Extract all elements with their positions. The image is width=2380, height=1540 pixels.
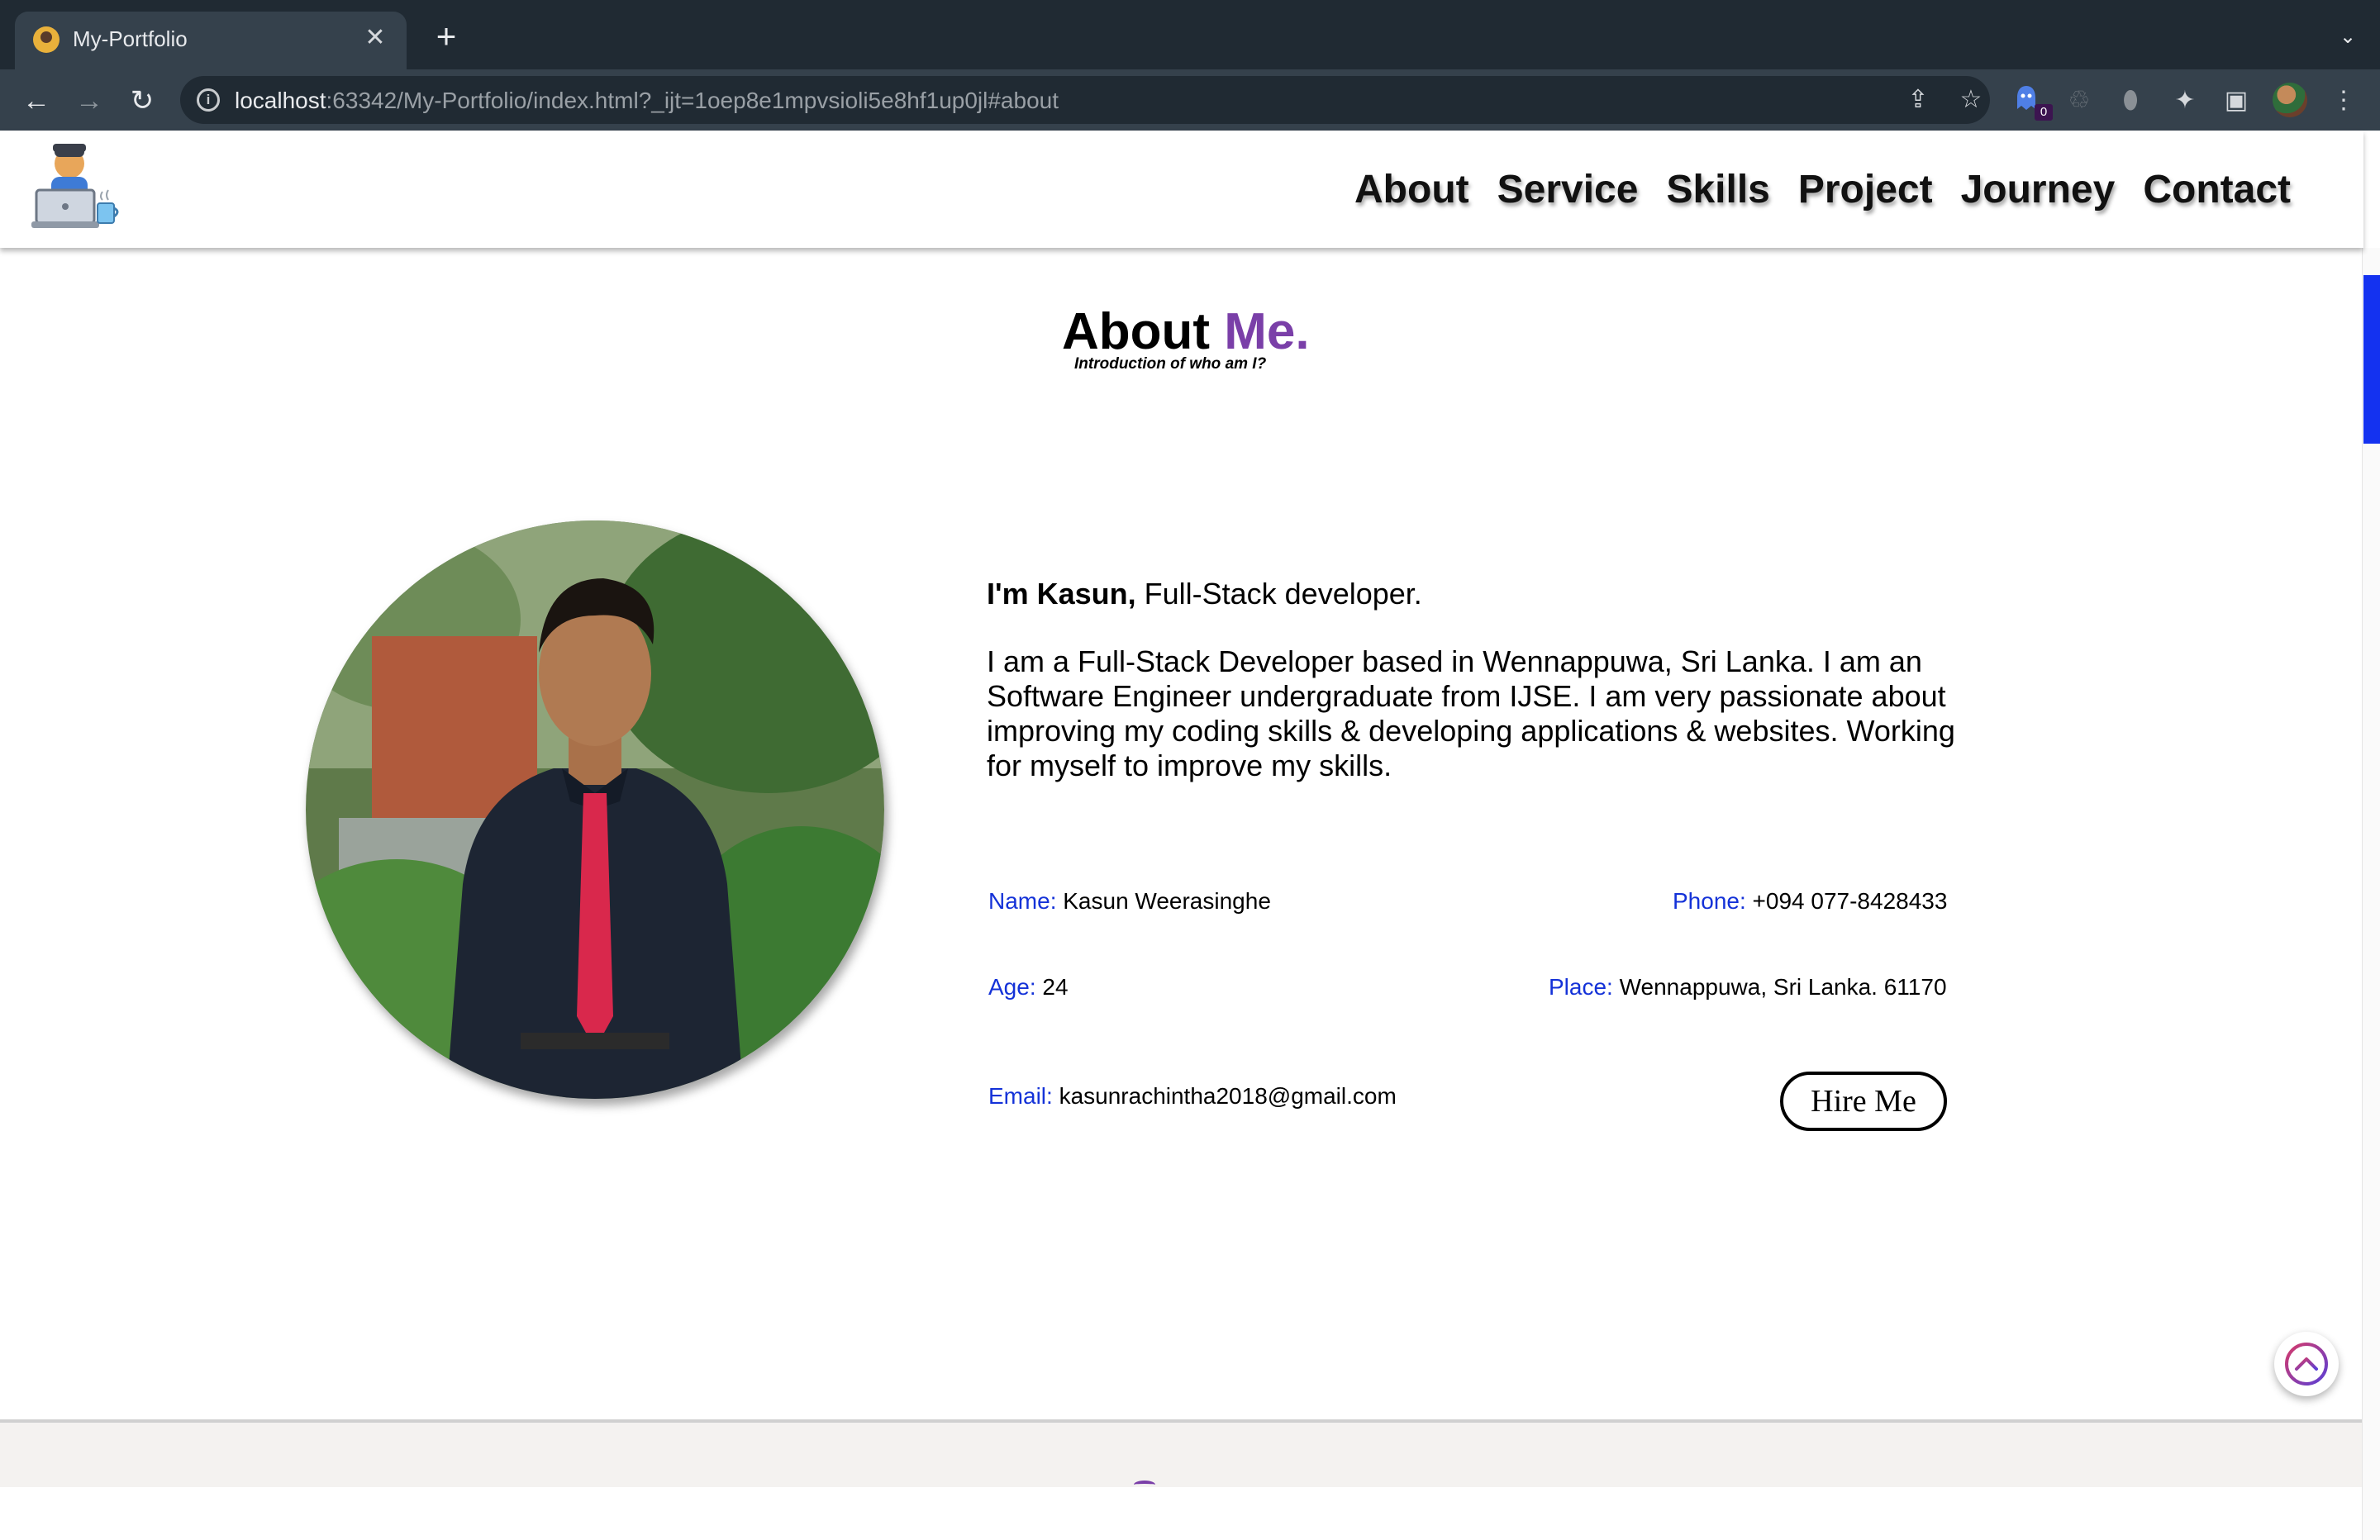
reload-button[interactable]: ↻ — [124, 83, 160, 119]
nav-contact[interactable]: Contact — [2143, 167, 2291, 212]
hire-me-button[interactable]: Hire Me — [1780, 1072, 1947, 1131]
field-place-label: Place: — [1549, 974, 1613, 1000]
section-title-accent: Me. — [1224, 303, 1310, 360]
field-name: Name: Kasun Weerasinghe — [988, 888, 1271, 915]
recycle-extension-icon[interactable]: ♲ — [2063, 84, 2096, 117]
share-icon[interactable]: ⇪ — [1904, 86, 1932, 114]
site-info-icon[interactable]: i — [197, 88, 220, 112]
favicon-icon — [33, 26, 60, 53]
site-header: About Service Skills Project Journey Con… — [0, 131, 2363, 248]
nav-service[interactable]: Service — [1497, 167, 1639, 212]
field-email: Email: kasunrachintha2018@gmail.com — [988, 1083, 1397, 1110]
main-nav: About Service Skills Project Journey Con… — [1354, 167, 2291, 212]
nav-journey[interactable]: Journey — [1961, 167, 2116, 212]
field-age-label: Age: — [988, 974, 1036, 1000]
field-phone-value: +094 077-8428433 — [1745, 888, 1948, 914]
browser-menu-icon[interactable]: ⋮ — [2327, 84, 2360, 117]
section-subtitle: Introduction of who am I? — [1074, 355, 1267, 373]
extension-badge: 0 — [2035, 104, 2053, 121]
forward-button[interactable]: → — [71, 83, 107, 119]
nav-project[interactable]: Project — [1798, 167, 1933, 212]
scroll-to-top-button[interactable] — [2274, 1332, 2339, 1396]
url-text: localhost:63342/My-Portfolio/index.html?… — [235, 88, 1059, 114]
extensions-puzzle-icon[interactable]: ✦ — [2168, 84, 2202, 117]
next-section-band — [0, 1419, 2362, 1487]
chevron-up-icon — [2285, 1343, 2328, 1386]
tab-close-icon[interactable]: ✕ — [360, 23, 390, 53]
scrollbar-thumb[interactable] — [2363, 275, 2380, 444]
nav-about[interactable]: About — [1354, 167, 1469, 212]
field-name-value: Kasun Weerasinghe — [1056, 888, 1271, 914]
field-age-value: 24 — [1035, 974, 1069, 1000]
section-title: About Me. — [1062, 302, 1310, 361]
field-place-value: Wennappuwa, Sri Lanka. 61170 — [1612, 974, 1947, 1000]
field-phone: Phone: +094 077-8428433 — [1673, 888, 1947, 915]
intro-line: I'm Kasun, Full-Stack developer. — [987, 577, 1422, 611]
address-bar[interactable]: i localhost:63342/My-Portfolio/index.htm… — [180, 76, 1990, 124]
field-phone-label: Phone: — [1673, 888, 1746, 914]
browser-toolbar: ← → ↻ i localhost:63342/My-Portfolio/ind… — [0, 69, 2380, 131]
url-path: :63342/My-Portfolio/index.html?_ijt=1oep… — [326, 88, 1059, 113]
bio-paragraph: I am a Full-Stack Developer based in Wen… — [987, 644, 1955, 782]
field-email-label: Email: — [988, 1083, 1053, 1109]
section-title-main: About — [1062, 303, 1211, 360]
intro-name: I'm Kasun, — [987, 577, 1136, 611]
field-name-label: Name: — [988, 888, 1057, 914]
developer-logo-icon[interactable] — [31, 142, 119, 238]
url-host: localhost — [235, 88, 326, 113]
field-email-value[interactable]: kasunrachintha2018@gmail.com — [1053, 1083, 1397, 1109]
side-panel-icon[interactable]: ▣ — [2220, 84, 2253, 117]
nav-skills[interactable]: Skills — [1666, 167, 1769, 212]
browser-tab-strip: My-Portfolio ✕ + ⌄ — [0, 0, 2380, 69]
next-section-peek — [1134, 1481, 1155, 1489]
ink-extension-icon[interactable]: ⬮ — [2114, 84, 2147, 117]
tab-title: My-Portfolio — [73, 26, 188, 51]
new-tab-button[interactable]: + — [430, 19, 463, 55]
page-viewport: About Service Skills Project Journey Con… — [0, 131, 2380, 1540]
tab-search-icon[interactable]: ⌄ — [2335, 25, 2360, 50]
back-button[interactable]: ← — [18, 83, 55, 119]
bookmark-star-icon[interactable]: ☆ — [1957, 86, 1985, 114]
browser-tab[interactable]: My-Portfolio ✕ — [15, 12, 407, 69]
profile-photo — [306, 520, 884, 1099]
field-age: Age: 24 — [988, 974, 1069, 1001]
profile-avatar[interactable] — [2273, 83, 2307, 117]
intro-role: Full-Stack developer. — [1135, 577, 1422, 611]
field-place: Place: Wennappuwa, Sri Lanka. 61170 — [1549, 974, 1947, 1001]
